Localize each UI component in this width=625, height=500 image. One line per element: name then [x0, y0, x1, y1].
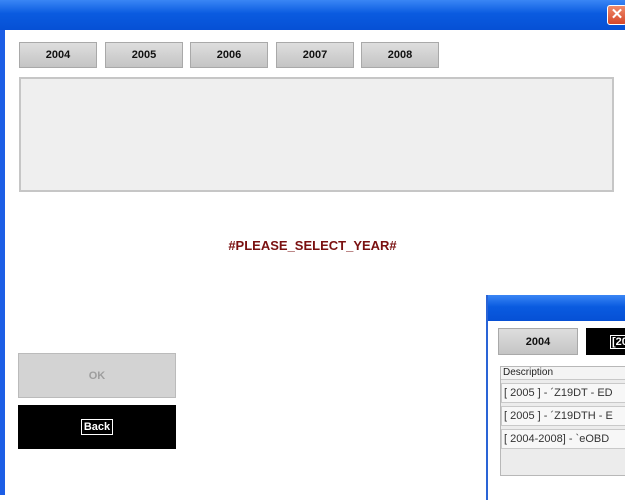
description-column-header: Description: [501, 367, 625, 380]
secondary-window: 2004 [20 Description [ 2005 ] - ´Z19DT -…: [486, 295, 625, 500]
year-button-2008[interactable]: 2008: [361, 42, 439, 68]
secondary-year-button-label: [20: [610, 334, 625, 349]
year-button-2005[interactable]: 2005: [105, 42, 183, 68]
results-list[interactable]: [19, 77, 614, 192]
table-row[interactable]: [ 2005 ] - ´Z19DTH - E: [501, 406, 625, 426]
description-table[interactable]: Description [ 2005 ] - ´Z19DT - ED [ 200…: [500, 366, 625, 476]
back-button-label: Back: [80, 419, 114, 435]
table-row[interactable]: [ 2005 ] - ´Z19DT - ED: [501, 383, 625, 403]
window-border: [0, 30, 5, 495]
year-button-2004[interactable]: 2004: [19, 42, 97, 68]
secondary-year-button-2004[interactable]: 2004: [498, 328, 578, 355]
year-button-2007[interactable]: 2007: [276, 42, 354, 68]
back-button[interactable]: Back: [18, 405, 176, 449]
select-year-prompt: #PLEASE_SELECT_YEAR#: [228, 238, 397, 253]
title-bar: ✕: [0, 0, 625, 30]
year-button-2006[interactable]: 2006: [190, 42, 268, 68]
secondary-year-button-selected[interactable]: [20: [586, 328, 625, 355]
table-row[interactable]: [ 2004-2008] - `eOBD: [501, 429, 625, 449]
ok-button[interactable]: OK: [18, 353, 176, 398]
secondary-title-bar: [488, 295, 625, 321]
close-icon[interactable]: ✕: [607, 5, 625, 25]
